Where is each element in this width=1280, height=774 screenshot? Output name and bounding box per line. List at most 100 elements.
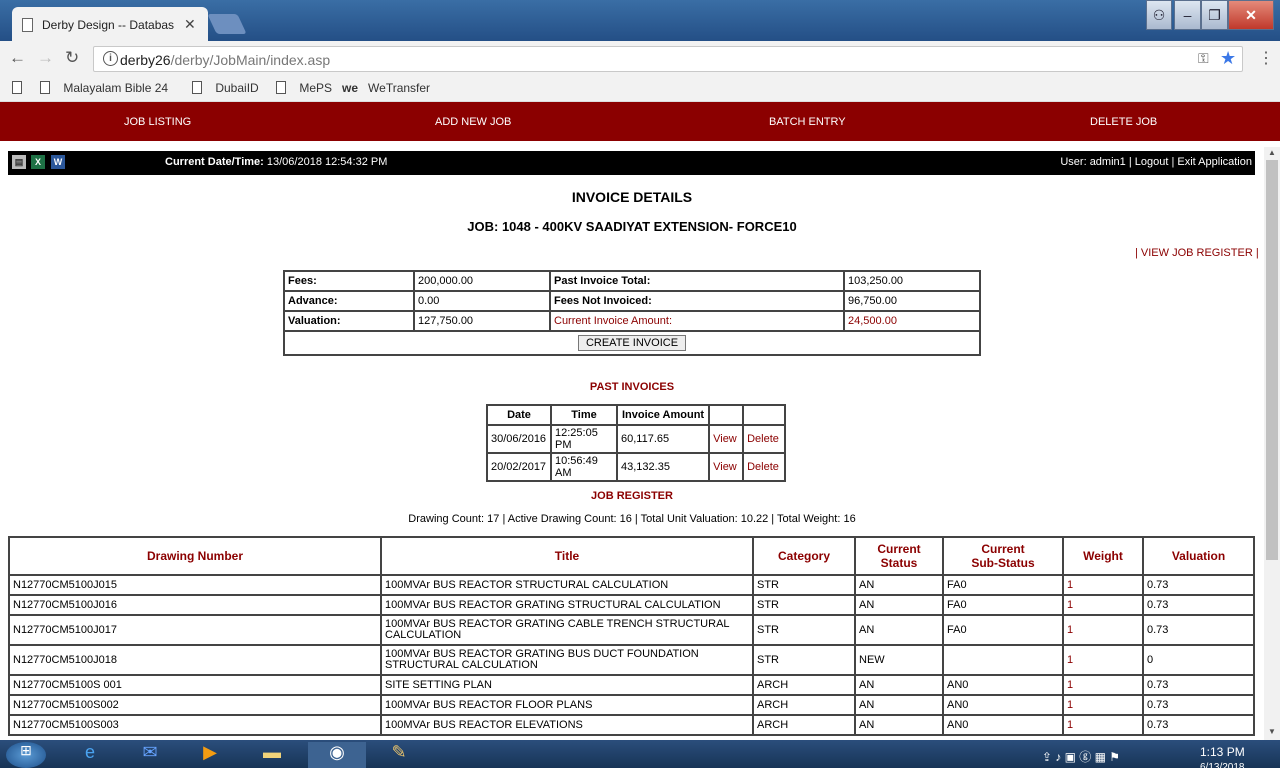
paint-icon[interactable]: ✎ [372, 742, 426, 768]
current-sub-status: AN0 [942, 674, 1064, 696]
current-sub-status: FA0 [942, 574, 1064, 596]
page-icon [192, 81, 202, 94]
view-job-register-link[interactable]: | VIEW JOB REGISTER | [1135, 247, 1259, 259]
current-status: AN [854, 694, 944, 716]
scrollbar-thumb[interactable] [1266, 160, 1278, 560]
print-icon[interactable]: ▤ [12, 155, 26, 169]
wetransfer-icon: we [342, 81, 359, 95]
table-header-row: Date Time Invoice Amount [486, 404, 787, 426]
current-status: AN [854, 614, 944, 646]
bookmark-item[interactable]: DubaiID [192, 81, 259, 95]
weight: 1 [1062, 594, 1144, 616]
category: ARCH [752, 714, 856, 736]
outlook-icon[interactable]: ✉ [130, 742, 170, 768]
invoice-amount: 60,117.65 [615, 424, 711, 454]
menu-add-new-job[interactable]: ADD NEW JOB [435, 116, 511, 128]
current-sub-status: AN0 [942, 714, 1064, 736]
past-invoices-table: Date Time Invoice Amount 30/06/2016 12:2… [486, 404, 787, 482]
bookmark-apps[interactable] [12, 81, 22, 95]
page-icon [276, 81, 286, 94]
scroll-down-icon[interactable]: ▼ [1268, 727, 1276, 736]
valuation-value: 127,750.00 [413, 310, 551, 332]
forward-icon[interactable]: → [37, 48, 54, 68]
category: STR [752, 614, 856, 646]
bookmark-item[interactable]: Malayalam Bible 24 [40, 81, 168, 95]
column-header: Category [752, 536, 856, 576]
drawing-title: 100MVAr BUS REACTOR STRUCTURAL CALCULATI… [380, 574, 754, 596]
current-datetime: Current Date/Time: 13/06/2018 12:54:32 P… [165, 156, 387, 168]
ie-icon[interactable]: e [70, 742, 110, 768]
tray-icons[interactable]: ⇪ ♪ ▣ ⓖ ▦ ⚑ [1026, 748, 1136, 774]
menu-icon[interactable]: ⋮ [1258, 48, 1274, 68]
page-icon [22, 18, 33, 32]
drawing-number: N12770CM5100J016 [8, 594, 382, 616]
current-status: AN [854, 574, 944, 596]
minimize-button[interactable]: – [1174, 0, 1201, 30]
start-button[interactable]: ⊞ [6, 742, 46, 768]
scroll-up-icon[interactable]: ▲ [1268, 148, 1276, 157]
category: ARCH [752, 674, 856, 696]
drawing-title: 100MVAr BUS REACTOR ELEVATIONS [380, 714, 754, 736]
weight: 1 [1062, 694, 1144, 716]
close-window-button[interactable]: ✕ [1228, 0, 1274, 30]
datetime-label: Current Date/Time: [165, 156, 264, 168]
url-host: derby26 [120, 52, 171, 68]
exit-link[interactable]: Exit Application [1177, 156, 1252, 168]
clock-time: 1:13 PM [1200, 745, 1245, 759]
column-header: Title [380, 536, 754, 576]
key-icon[interactable]: ⚿ [1198, 50, 1209, 67]
drawing-number: N12770CM5100S002 [8, 694, 382, 716]
bookmark-item[interactable]: we WeTransfer [342, 81, 430, 95]
scrollbar[interactable]: ▲ ▼ [1264, 147, 1280, 740]
menu-batch-entry[interactable]: BATCH ENTRY [769, 116, 846, 128]
view-invoice-link[interactable]: View [708, 424, 745, 454]
bookmark-item[interactable]: MePS [276, 81, 332, 95]
column-header: Weight [1062, 536, 1144, 576]
logout-link[interactable]: Logout [1135, 156, 1169, 168]
delete-invoice-link[interactable]: Delete [742, 452, 787, 482]
tab-title: Derby Design -- Databas [42, 18, 175, 32]
bookmark-star-icon[interactable]: ★ [1220, 48, 1236, 69]
current-invoice-value: 24,500.00 [843, 310, 981, 332]
valuation: 0.73 [1142, 714, 1255, 736]
advance-label: Advance: [283, 290, 415, 312]
valuation: 0.73 [1142, 574, 1255, 596]
chrome-icon[interactable]: ◉ [308, 742, 366, 768]
weight: 1 [1062, 674, 1144, 696]
media-player-icon[interactable]: ▶ [190, 742, 230, 768]
reload-icon[interactable]: ↻ [65, 48, 79, 68]
back-icon[interactable]: ← [9, 48, 26, 68]
url-text: derby26/derby/JobMain/index.asp [120, 52, 330, 68]
drawing-number: N12770CM5100S003 [8, 714, 382, 736]
file-explorer-icon[interactable]: ▬ [250, 742, 294, 768]
tab-close-icon[interactable]: ✕ [184, 16, 196, 33]
create-invoice-button[interactable]: CREATE INVOICE [577, 335, 687, 351]
separator: | [1125, 156, 1135, 168]
menu-job-listing[interactable]: JOB LISTING [124, 116, 191, 128]
column-header: Invoice Amount [615, 404, 711, 426]
menu-delete-job[interactable]: DELETE JOB [1090, 116, 1157, 128]
not-invoiced-label: Fees Not Invoiced: [549, 290, 845, 312]
clock[interactable]: 1:13 PM 6/13/2018 [1200, 745, 1245, 773]
restore-button[interactable]: ❐ [1201, 0, 1228, 30]
address-bar[interactable]: i derby26/derby/JobMain/index.asp ⚿ ★ [93, 46, 1243, 72]
register-counts: Drawing Count: 17 | Active Drawing Count… [408, 513, 856, 525]
word-icon[interactable]: W [51, 155, 65, 169]
table-row: N12770CM5100S 001 SITE SETTING PLAN ARCH AN… [8, 674, 1255, 696]
main-menu [0, 102, 1280, 141]
valuation: 0 [1142, 644, 1255, 676]
current-sub-status: FA0 [942, 594, 1064, 616]
browser-tab[interactable]: Derby Design -- Databas ✕ [12, 7, 208, 41]
table-row: N12770CM5100J017 100MVAr BUS REACTOR GRAT… [8, 614, 1255, 646]
page-title: INVOICE DETAILS [571, 189, 693, 205]
fees-row: Advance: 0.00 Fees Not Invoiced: 96,750.… [283, 290, 981, 312]
info-icon[interactable]: i [103, 51, 118, 66]
column-header [742, 404, 787, 426]
excel-icon[interactable]: X [31, 155, 45, 169]
delete-invoice-link[interactable]: Delete [742, 424, 787, 454]
current-status: AN [854, 674, 944, 696]
table-row: N12770CM5100S003 100MVAr BUS REACTOR ELEV… [8, 714, 1255, 736]
invoice-time: 10:56:49 AM [550, 452, 618, 482]
user-profile-icon[interactable]: ⚇ [1146, 0, 1172, 30]
view-invoice-link[interactable]: View [708, 452, 745, 482]
